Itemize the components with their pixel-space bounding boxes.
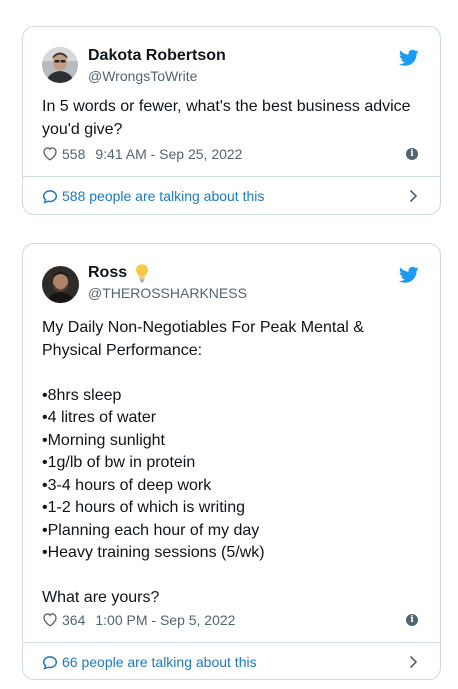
- conversation-link[interactable]: 66 people are talking about this: [42, 643, 418, 681]
- tweet-header: Ross @THEROSSHARKNESS: [42, 264, 421, 304]
- tweet-text-line: •Morning sunlight: [42, 431, 165, 449]
- avatar[interactable]: [42, 47, 78, 83]
- timestamp[interactable]: 1:00 PM - Sep 5, 2022: [95, 612, 235, 628]
- like-count[interactable]: 364: [62, 612, 85, 628]
- tweet-text-line: •3-4 hours of deep work: [42, 476, 212, 494]
- tweet-header: Dakota Robertson @WrongsToWrite: [42, 47, 421, 87]
- chevron-right-icon[interactable]: [408, 655, 418, 669]
- tweet-text-line: •Heavy training sessions (5/wk): [42, 544, 265, 561]
- tweet-text-line: •8hrs sleep: [42, 386, 122, 404]
- tweet-text-line: What are yours?: [42, 589, 160, 606]
- avatar-photo-icon: [42, 266, 79, 303]
- tweet-text-line: My Daily Non-Negotiables For Peak Mental…: [42, 319, 364, 336]
- heart-icon[interactable]: [42, 146, 58, 161]
- twitter-bird-icon[interactable]: [399, 266, 419, 284]
- chevron-right-icon[interactable]: [408, 189, 418, 203]
- heart-icon[interactable]: [42, 612, 58, 627]
- tweet-text: My Daily Non-Negotiables For Peak Mental…: [42, 317, 421, 610]
- avatar[interactable]: [42, 266, 79, 303]
- chat-bubble-icon: [42, 190, 58, 204]
- tweet-text-line: •4 litres of water: [42, 409, 157, 426]
- tweet-card[interactable]: Dakota Robertson @WrongsToWrite In 5 wor…: [22, 26, 441, 215]
- talking-count[interactable]: 66 people are talking about this: [62, 654, 257, 670]
- conversation-link[interactable]: 588 people are talking about this: [42, 177, 418, 215]
- tweet-card[interactable]: Ross @THEROSSHARKNESS My Daily Non-Negot…: [22, 243, 441, 680]
- tweet-text-line: •1g/lb of bw in protein: [42, 454, 196, 471]
- info-icon[interactable]: i: [406, 614, 418, 626]
- tweet-text-line: •1-2 hours of which is writing: [42, 499, 246, 516]
- avatar-photo-icon: [42, 47, 78, 83]
- tweet-text-line: Physical Performance:: [42, 341, 203, 359]
- author-name[interactable]: Ross: [88, 264, 127, 282]
- author-handle[interactable]: @THEROSSHARKNESS: [88, 285, 247, 301]
- tweet-meta: 558 9:41 AM - Sep 25, 2022 i: [42, 146, 418, 164]
- talking-count[interactable]: 588 people are talking about this: [62, 188, 264, 204]
- tweet-text-line: you'd give?: [42, 120, 123, 138]
- chat-bubble-icon: [42, 656, 58, 670]
- tweet-text-line: •Planning each hour of my day: [42, 521, 260, 539]
- lightbulb-icon: [136, 264, 148, 283]
- tweet-text-line: In 5 words or fewer, what's the best bus…: [42, 98, 411, 115]
- timestamp[interactable]: 9:41 AM - Sep 25, 2022: [95, 146, 242, 162]
- twitter-bird-icon[interactable]: [399, 49, 419, 67]
- author-name[interactable]: Dakota Robertson: [88, 47, 226, 65]
- tweet-text-line: [42, 362, 421, 385]
- tweet-text-line: [42, 565, 421, 588]
- like-count[interactable]: 558: [62, 146, 85, 162]
- info-icon[interactable]: i: [406, 148, 418, 160]
- tweet-meta: 364 1:00 PM - Sep 5, 2022 i: [42, 612, 418, 630]
- author-handle[interactable]: @WrongsToWrite: [88, 68, 197, 84]
- tweet-text: In 5 words or fewer, what's the best bus…: [42, 96, 421, 141]
